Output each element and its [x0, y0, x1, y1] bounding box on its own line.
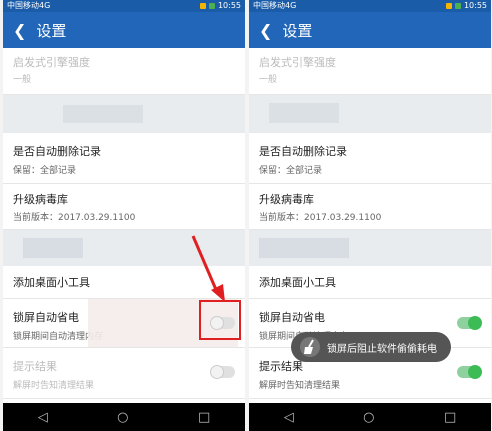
setting-upgrade-virus-db[interactable]: 升级病毒库 当前版本：2017.03.29.1100: [249, 183, 491, 230]
setting-title: 启发式引擎强度: [259, 56, 336, 69]
setting-subtitle: 当前版本：2017.03.29.1100: [259, 213, 382, 223]
left-phone-screen: 中国移动4G 10:55 ❮ 设置 启发式引擎强度 一般 是否自动删除记录 保留…: [3, 0, 245, 431]
setting-engine-strength[interactable]: 启发式引擎强度 一般: [249, 48, 491, 95]
home-circle-icon[interactable]: ○: [363, 410, 374, 425]
notification-icon: [208, 3, 215, 9]
setting-engine-strength[interactable]: 启发式引擎强度 一般: [3, 48, 245, 95]
page-title: 设置: [282, 21, 313, 40]
blurred-region: [249, 95, 491, 133]
back-triangle-icon[interactable]: ◁: [284, 410, 294, 425]
page-title: 设置: [36, 21, 67, 40]
show-result-toggle[interactable]: [457, 365, 482, 379]
recent-square-icon[interactable]: □: [444, 410, 456, 425]
right-phone-screen: 中国移动4G 10:55 ❮ 设置 启发式引擎强度 一般 是否自动删除记录 保留…: [249, 0, 491, 431]
setting-subtitle: 解屏时告知清理结果: [259, 381, 341, 391]
setting-title: 锁屏自动省电: [259, 311, 325, 324]
setting-title: 锁屏自动省电: [13, 311, 79, 324]
nav-bar: ◁ ○ □: [249, 403, 491, 431]
setting-subtitle: 一般: [13, 75, 32, 85]
carrier-label: 中国移动4G: [7, 1, 51, 10]
carrier-label: 中国移动4G: [253, 1, 297, 10]
lock-save-toggle[interactable]: [457, 316, 482, 330]
home-circle-icon[interactable]: ○: [117, 410, 128, 425]
setting-auto-delete[interactable]: 是否自动删除记录 保留：全部记录: [3, 133, 245, 184]
app-bar: ❮ 设置: [249, 12, 491, 48]
setting-title: 是否自动删除记录: [259, 145, 347, 158]
setting-title: 添加桌面小工具: [13, 276, 90, 289]
back-triangle-icon[interactable]: ◁: [38, 410, 48, 425]
recent-square-icon[interactable]: □: [198, 410, 210, 425]
blurred-region: [249, 230, 491, 266]
toast-text: 锁屏后阻止软件偷偷耗电: [327, 343, 437, 355]
status-bar: 中国移动4G 10:55: [3, 0, 245, 12]
blurred-region: [3, 95, 245, 133]
clock: 10:55: [463, 1, 487, 10]
annotation-arrow-icon: [191, 235, 225, 302]
back-arrow-icon[interactable]: ❮: [13, 21, 26, 40]
setting-title: 升级病毒库: [13, 193, 68, 206]
setting-subtitle: 保留：全部记录: [13, 166, 77, 176]
setting-show-result[interactable]: 提示结果 解屏时告知清理结果: [3, 348, 245, 399]
setting-title: 添加桌面小工具: [259, 276, 336, 289]
setting-title: 提示结果: [13, 360, 57, 373]
app-bar: ❮ 设置: [3, 12, 245, 48]
nav-bar: ◁ ○ □: [3, 403, 245, 431]
notification-icon: [454, 3, 461, 9]
highlight-box: [199, 300, 241, 340]
broom-icon: [300, 337, 320, 357]
setting-title: 是否自动删除记录: [13, 145, 101, 158]
setting-auto-delete[interactable]: 是否自动删除记录 保留：全部记录: [249, 133, 491, 184]
setting-subtitle: 一般: [259, 75, 278, 85]
notification-icon: [199, 3, 206, 9]
setting-title: 提示结果: [259, 360, 303, 373]
setting-title: 启发式引擎强度: [13, 56, 90, 69]
back-arrow-icon[interactable]: ❮: [259, 21, 272, 40]
setting-subtitle: 保留：全部记录: [259, 166, 323, 176]
setting-subtitle: 当前版本：2017.03.29.1100: [13, 213, 136, 223]
show-result-toggle[interactable]: [210, 365, 235, 379]
clock: 10:55: [217, 1, 241, 10]
setting-subtitle: 解屏时告知清理结果: [13, 381, 95, 391]
setting-title: 升级病毒库: [259, 193, 314, 206]
status-bar: 中国移动4G 10:55: [249, 0, 491, 12]
setting-upgrade-virus-db[interactable]: 升级病毒库 当前版本：2017.03.29.1100: [3, 183, 245, 230]
setting-add-widget[interactable]: 添加桌面小工具: [249, 266, 491, 299]
toast-message: 锁屏后阻止软件偷偷耗电: [291, 332, 451, 362]
notification-icon: [445, 3, 452, 9]
